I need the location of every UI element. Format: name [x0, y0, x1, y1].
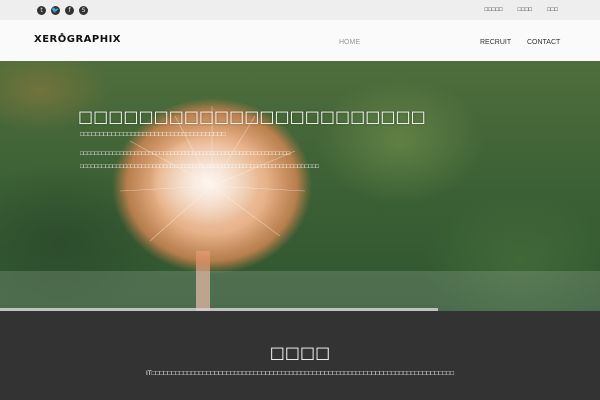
- utility-link-2[interactable]: □□□□: [518, 6, 533, 14]
- facebook-icon[interactable]: f: [65, 6, 74, 15]
- nav-contact[interactable]: CONTACT: [527, 39, 560, 46]
- hero-slider[interactable]: □□□□□□□□□□□□□□□□□□□□□□□ □□□□□□□□□□□□□□□□…: [0, 61, 600, 311]
- hero-description-line-2: □□□□□□□□□□□□□□□□□□□□□□□□□□□□□□□□□□□□□□□□…: [80, 164, 320, 170]
- utility-links: □□□□□ □□□□ □□□: [485, 6, 559, 14]
- hero-description-line-1: □□□□□□□□□□□□□□□□□□□□□□□□□□□□□□□□□□□□□□□□…: [80, 151, 291, 157]
- top-utility-bar: t 🐦 f S □□□□□ □□□□ □□□: [0, 0, 600, 20]
- social-links: t 🐦 f S: [37, 6, 88, 15]
- site-header: XERO̊GRAPHIX HOME RECRUIT CONTACT: [0, 20, 600, 61]
- nav-home[interactable]: HOME: [339, 39, 360, 46]
- hero-subtitle: □□□□□□□□□□□□□□□□□□□□□□□□□□□□□□□□□□□□□: [80, 131, 226, 138]
- skype-icon[interactable]: S: [79, 6, 88, 15]
- tumblr-icon[interactable]: t: [37, 6, 46, 15]
- section-title: □□□□: [269, 343, 331, 362]
- utility-link-1[interactable]: □□□□□: [485, 6, 503, 14]
- nav-recruit[interactable]: RECRUIT: [480, 39, 511, 46]
- hero-caption-band: [0, 271, 600, 311]
- section-description: IT□□□□□□□□□□□□□□□□□□□□□□□□□□□□□□□□□□□□□□…: [145, 370, 455, 377]
- hero-title: □□□□□□□□□□□□□□□□□□□□□□□: [78, 107, 426, 126]
- site-logo[interactable]: XERO̊GRAPHIX: [34, 34, 121, 45]
- twitter-icon[interactable]: 🐦: [51, 6, 60, 15]
- utility-link-3[interactable]: □□□: [547, 6, 558, 14]
- about-section: □□□□ IT□□□□□□□□□□□□□□□□□□□□□□□□□□□□□□□□□…: [0, 311, 600, 400]
